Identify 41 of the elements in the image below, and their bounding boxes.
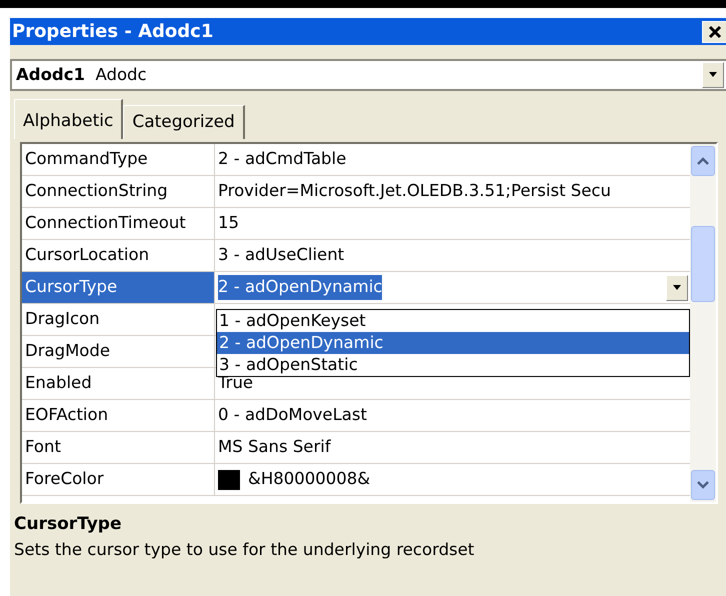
chevron-up-icon — [697, 157, 709, 165]
property-name[interactable]: Enabled — [22, 368, 215, 399]
property-value-field[interactable]: 2 - adOpenDynamic — [218, 275, 382, 300]
description-title: CursorType — [14, 513, 123, 536]
tab[interactable]: Categorized — [123, 105, 245, 139]
close-button[interactable] — [702, 20, 726, 42]
property-value: Provider=Microsoft.Jet.OLEDB.3.51;Persist Secu — [218, 180, 611, 202]
property-name[interactable]: DragMode — [22, 336, 215, 367]
dropdown-button[interactable] — [666, 274, 688, 300]
property-value: 3 - adUseClient — [218, 244, 344, 266]
dropdown-option[interactable]: 2 - adOpenDynamic — [217, 332, 689, 354]
dropdown-button[interactable] — [702, 62, 724, 88]
property-name[interactable]: CursorLocation — [22, 240, 215, 271]
property-name[interactable]: ConnectionTimeout — [22, 208, 215, 239]
scrollbar[interactable] — [690, 144, 716, 502]
chevron-down-icon — [697, 481, 709, 489]
property-name[interactable]: CommandType — [22, 144, 215, 175]
scroll-thumb[interactable] — [691, 226, 715, 302]
property-name[interactable]: EOFAction — [22, 400, 215, 431]
tab[interactable]: Alphabetic — [14, 99, 124, 139]
property-name[interactable]: DragIcon — [22, 304, 215, 335]
scroll-up-button[interactable] — [691, 146, 715, 176]
caret-icon — [672, 284, 682, 290]
dropdown-option[interactable]: 3 - adOpenStatic — [217, 354, 689, 376]
close-icon — [708, 24, 722, 38]
property-value: MS Sans Serif — [218, 436, 331, 458]
property-name[interactable]: CursorType — [22, 272, 215, 303]
property-value: 15 — [218, 212, 239, 234]
description-text: Sets the cursor type to use for the underlying recordset — [14, 538, 476, 560]
object-name: Adodc1 Adodc — [16, 64, 147, 86]
dropdown-option[interactable]: 1 - adOpenKeyset — [217, 310, 689, 332]
property-name[interactable]: ForeColor — [22, 464, 215, 495]
property-value: 0 - adDoMoveLast — [218, 404, 367, 426]
object-dropdown[interactable]: Adodc1 Adodc — [10, 59, 726, 91]
property-name[interactable]: ConnectionString — [22, 176, 215, 207]
property-value: 2 - adCmdTable — [218, 148, 346, 170]
caret-icon — [708, 72, 718, 78]
property-value: &H80000008& — [248, 469, 370, 488]
property-name[interactable]: Font — [22, 432, 215, 463]
scroll-down-button[interactable] — [691, 470, 715, 500]
window-title: Properties - Adodc1 — [12, 20, 214, 44]
